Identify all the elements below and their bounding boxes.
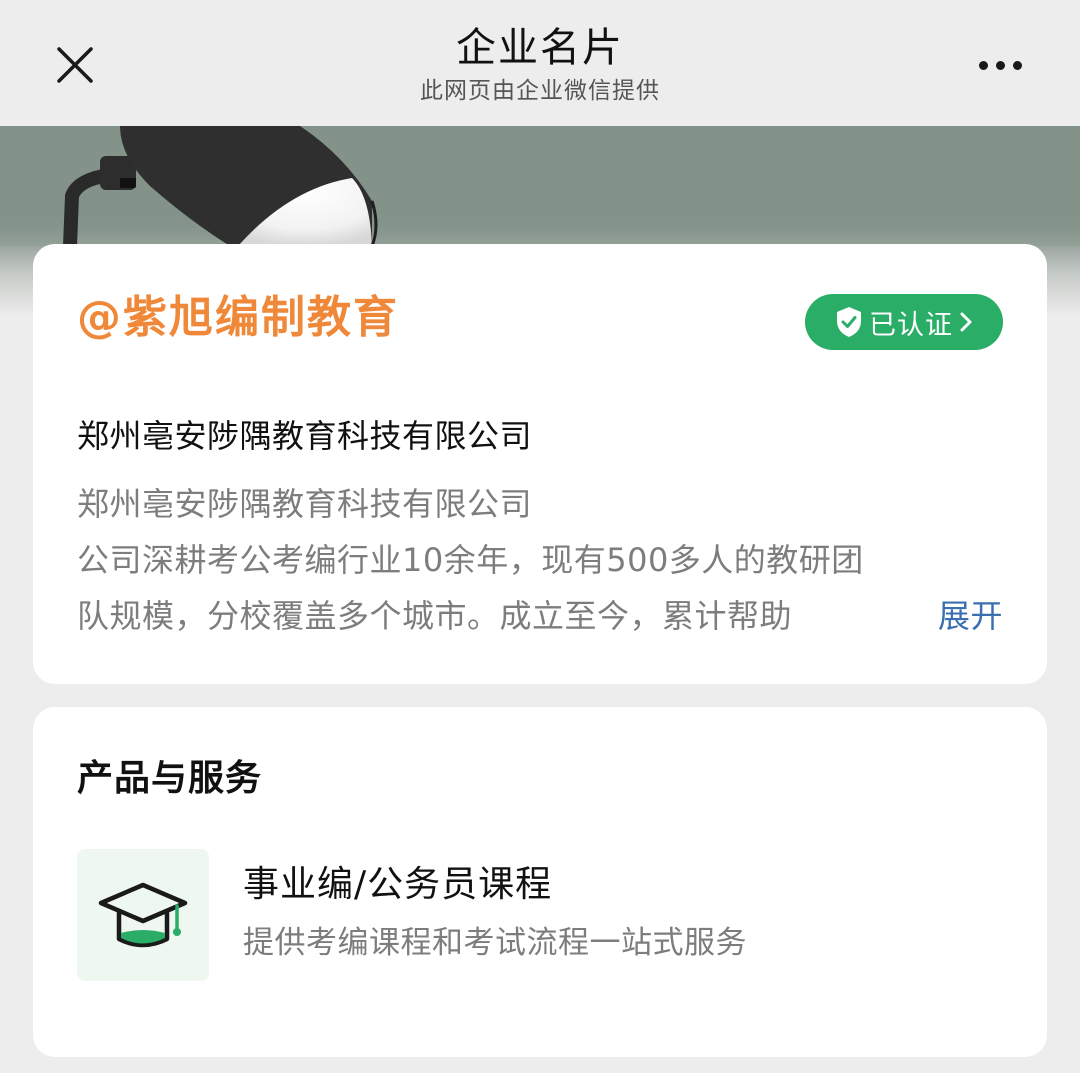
more-dots-icon — [1012, 60, 1022, 70]
section-title: 产品与服务 — [77, 758, 263, 799]
product-icon-tile — [77, 849, 209, 981]
description-line: 公司深耕考公考编行业10余年，现有500多人的教研团 — [77, 541, 864, 579]
title-block: 企业名片 此网页由企业微信提供 — [290, 22, 790, 106]
more-dots-icon — [978, 60, 988, 70]
graduation-cap-icon — [98, 882, 188, 948]
close-icon — [57, 47, 93, 83]
product-description: 提供考编课程和考试流程一站式服务 — [243, 925, 747, 961]
description-line: 郑州亳安陟隅教育科技有限公司 — [77, 485, 533, 523]
close-button[interactable] — [50, 40, 100, 90]
page-subtitle: 此网页由企业微信提供 — [420, 78, 660, 104]
products-card: 产品与服务 事业编/公务员课程 提供考编课程和考试流程一站式服务 — [33, 707, 1047, 1057]
shield-check-icon — [837, 307, 861, 337]
company-description: 郑州亳安陟隅教育科技有限公司 公司深耕考公考编行业10余年，现有500多人的教研… — [77, 476, 1003, 644]
company-card: @紫旭编制教育 已认证 郑州亳安陟隅教育科技有限公司 郑州亳安陟隅教育科技有限公… — [33, 244, 1047, 684]
product-title: 事业编/公务员课程 — [243, 864, 553, 905]
company-full-name: 郑州亳安陟隅教育科技有限公司 — [77, 417, 533, 455]
description-fade — [847, 588, 927, 644]
more-dots-icon — [995, 60, 1005, 70]
brand-name: @紫旭编制教育 — [77, 292, 399, 343]
verified-label: 已认证 — [869, 309, 953, 341]
verified-badge[interactable]: 已认证 — [805, 294, 1003, 350]
product-item[interactable]: 事业编/公务员课程 提供考编课程和考试流程一站式服务 — [77, 849, 1003, 981]
chevron-right-icon — [960, 312, 972, 332]
description-last-row: 队规模，分校覆盖多个城市。成立至今，累计帮助 展开 — [77, 588, 1003, 644]
more-options-button[interactable] — [964, 42, 1036, 88]
expand-link[interactable]: 展开 — [933, 588, 1003, 644]
top-bar: 企业名片 此网页由企业微信提供 — [0, 0, 1080, 126]
page-title: 企业名片 — [456, 25, 624, 71]
